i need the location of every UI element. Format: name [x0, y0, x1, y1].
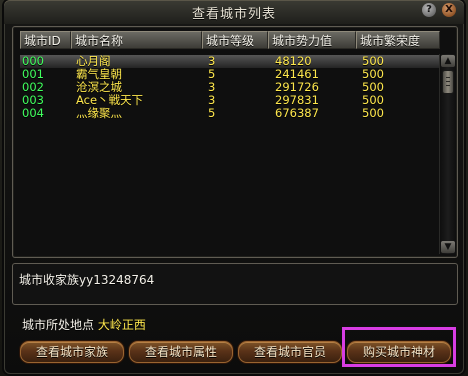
buy-city-material-highlight	[342, 327, 456, 367]
city-family-text: 城市收家族yy13248764	[19, 273, 155, 287]
city-id-header[interactable]: 城市ID	[20, 31, 71, 49]
scroll-down-icon[interactable]: ▼	[441, 241, 455, 253]
city-list-window: 查看城市列表 ? X 城市ID 城市名称 城市等级 城市势力值 城市繁荣度 00…	[4, 0, 464, 374]
city-name-cell: 灬缘聚灬	[76, 106, 122, 120]
scroll-up-icon[interactable]: ▲	[441, 55, 455, 67]
city-table-scrollbar[interactable]: ▲ ▼	[439, 54, 456, 254]
city-location-label: 城市所处地点	[22, 318, 95, 332]
city-table-rows: 000 心月阁 3 48120 500 001 霸气皇朝 5 241461 50…	[20, 55, 440, 120]
city-level-header[interactable]: 城市等级	[202, 31, 268, 49]
help-icon[interactable]: ?	[422, 3, 436, 17]
window-title: 查看城市列表	[191, 7, 276, 22]
city-id-cell: 004	[22, 106, 44, 120]
title-bar: 查看城市列表 ? X	[4, 0, 464, 24]
city-location: 城市所处地点 大岭正西	[22, 316, 146, 333]
city-location-value: 大岭正西	[97, 318, 146, 332]
table-row-004[interactable]: 004 灬缘聚灬 5 676387 500	[20, 107, 440, 120]
city-table-panel: 城市ID 城市名称 城市等级 城市势力值 城市繁荣度 000 心月阁 3 481…	[12, 26, 458, 258]
view-city-attributes-button[interactable]: 查看城市属性	[129, 341, 233, 363]
city-name-header[interactable]: 城市名称	[71, 31, 202, 49]
city-level-cell: 5	[208, 106, 216, 120]
view-city-officials-button[interactable]: 查看城市官员	[238, 341, 342, 363]
city-power-cell: 676387	[275, 106, 319, 120]
scroll-thumb[interactable]	[442, 70, 454, 94]
city-family-box: 城市收家族yy13248764	[12, 263, 458, 305]
city-prosperity-cell: 500	[362, 106, 384, 120]
city-prosperity-header[interactable]: 城市繁荣度	[356, 31, 440, 49]
close-icon[interactable]: X	[442, 3, 456, 17]
table-header-row: 城市ID 城市名称 城市等级 城市势力值 城市繁荣度	[20, 31, 440, 51]
view-city-family-button[interactable]: 查看城市家族	[20, 341, 124, 363]
city-power-header[interactable]: 城市势力值	[268, 31, 356, 49]
